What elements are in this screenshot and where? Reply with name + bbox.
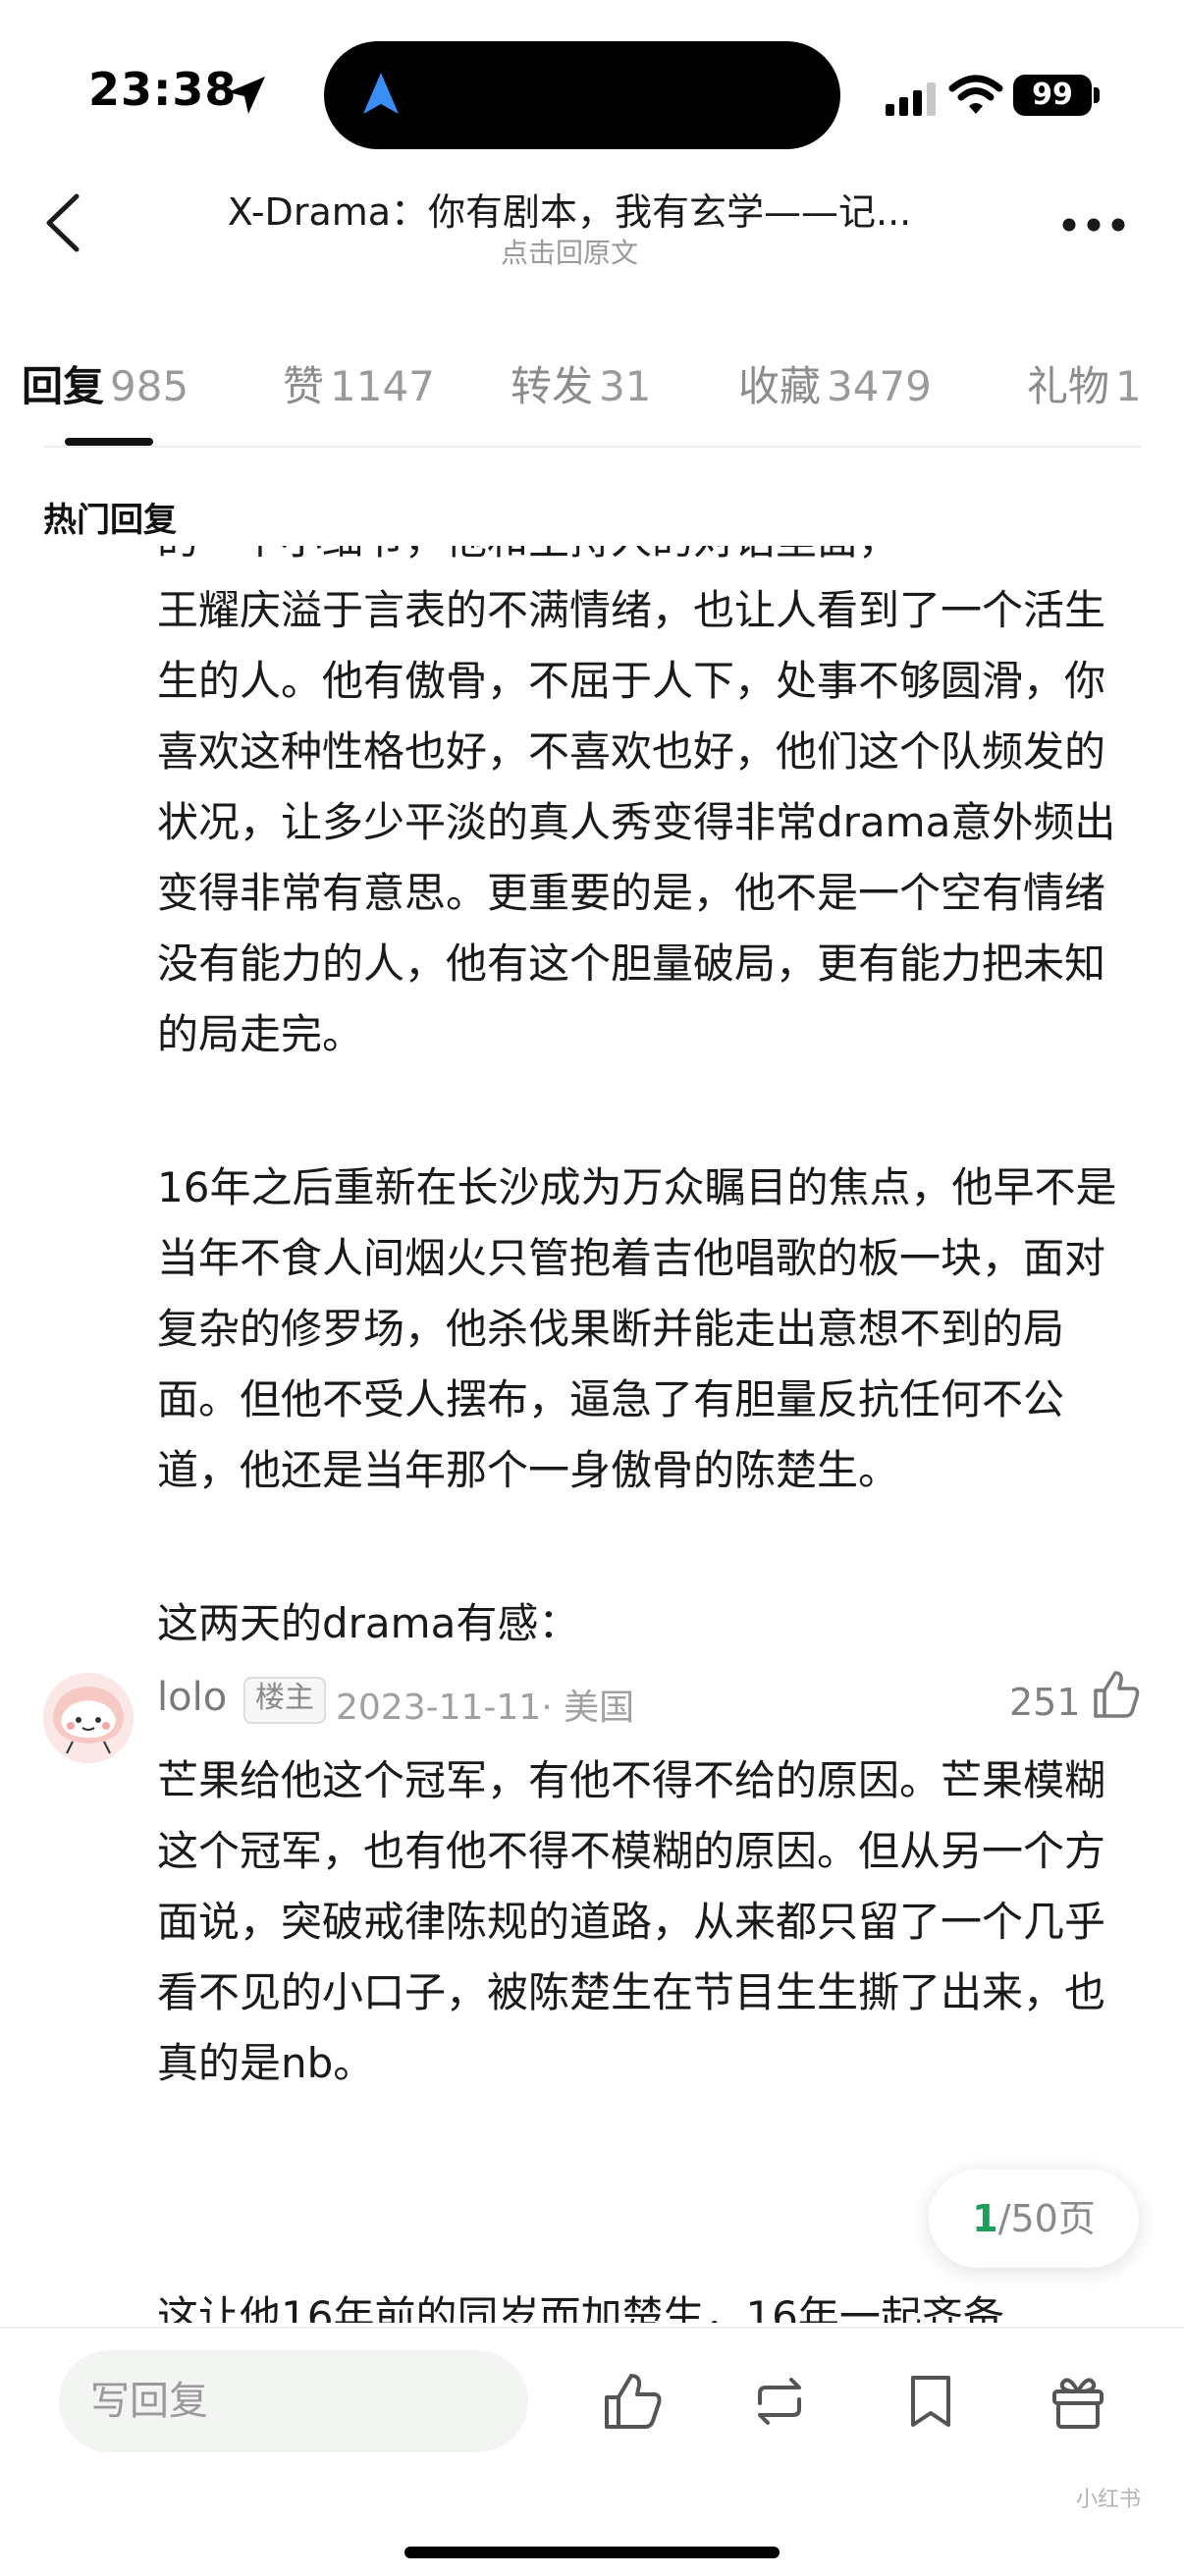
bookmark-icon[interactable]: [899, 2370, 962, 2433]
repost-icon[interactable]: [748, 2370, 811, 2433]
tab-count: 985: [110, 362, 189, 410]
current-page: 1: [972, 2197, 998, 2240]
post-partial-line: 的一个小细节，他和主持人的对话里面，: [157, 546, 1139, 575]
thread-content[interactable]: 的一个小细节，他和主持人的对话里面， 王耀庆溢于言表的不满情绪，也让人看到了一个…: [0, 546, 1184, 2323]
reply-username[interactable]: lolo: [157, 1675, 227, 1720]
tab-count: 31: [599, 362, 652, 410]
tab-label: 转发: [511, 362, 594, 410]
reply-input[interactable]: [59, 2350, 528, 2452]
location-arrow-icon: [228, 77, 265, 114]
watermark: 小红书: [1076, 2488, 1142, 2512]
tab-divider: [43, 446, 1141, 448]
page-indicator[interactable]: 1/50页: [929, 2170, 1139, 2268]
battery-cap: [1094, 87, 1100, 103]
back-to-original-link[interactable]: 点击回原文: [137, 232, 1001, 271]
navigation-app-icon: [363, 73, 399, 114]
status-time: 23:38: [88, 63, 238, 116]
more-options-icon[interactable]: [1062, 218, 1125, 232]
gift-icon[interactable]: [1047, 2370, 1109, 2433]
back-arrow-icon[interactable]: [43, 192, 82, 253]
home-indicator: [404, 2547, 780, 2558]
reply-partial-line: 这让他16年前的同岁而加楚生，16年一起齐备: [157, 2292, 1004, 2323]
battery-indicator: 99: [1013, 75, 1092, 116]
avatar[interactable]: [43, 1673, 134, 1763]
reply-text-line: 这两天的drama有感：: [157, 1599, 580, 1647]
tab-gifts[interactable]: 礼物 1: [1027, 353, 1142, 413]
wifi-icon: [948, 75, 1003, 114]
tab-label: 回复: [22, 362, 105, 410]
tab-label: 礼物: [1027, 362, 1110, 410]
reply-paragraph: 芒果给他这个冠军，有他不得不给的原因。芒果模糊这个冠军，也有他不得不模糊的原因。…: [157, 1756, 1106, 2087]
tab-count: 3479: [827, 362, 932, 410]
tab-favorites[interactable]: 收藏 3479: [738, 353, 932, 413]
tab-likes[interactable]: 赞 1147: [283, 353, 435, 413]
tab-label: 赞: [283, 362, 325, 410]
total-pages: /50页: [997, 2197, 1096, 2240]
avatar-illustration: [43, 1673, 134, 1763]
op-badge: 楼主: [243, 1677, 326, 1724]
active-tab-indicator: [65, 438, 153, 446]
reply-date-location: 2023-11-11· 美国: [336, 1688, 635, 1728]
post-paragraph: 王耀庆溢于言表的不满情绪，也让人看到了一个活生生的人。他有傲骨，不屈于人下，处事…: [157, 586, 1116, 1058]
tab-count: 1147: [330, 362, 435, 410]
cellular-signal-icon: [886, 82, 936, 116]
like-count: 251: [1009, 1681, 1081, 1724]
tab-label: 收藏: [738, 362, 822, 410]
post-paragraph: 16年之后重新在长沙成为万众瞩目的焦点，他早不是当年不食人间烟火只管抱着吉他唱歌…: [157, 1163, 1117, 1494]
thumbs-up-icon[interactable]: [1092, 1669, 1141, 1720]
like-icon[interactable]: [601, 2370, 664, 2433]
tab-reposts[interactable]: 转发 31: [511, 353, 651, 413]
page-title[interactable]: X-Drama：你有剧本，我有玄学——记...: [137, 182, 1001, 236]
tab-count: 1: [1115, 362, 1142, 410]
section-title: 热门回复: [43, 501, 177, 540]
tab-replies[interactable]: 回复 985: [22, 353, 188, 413]
